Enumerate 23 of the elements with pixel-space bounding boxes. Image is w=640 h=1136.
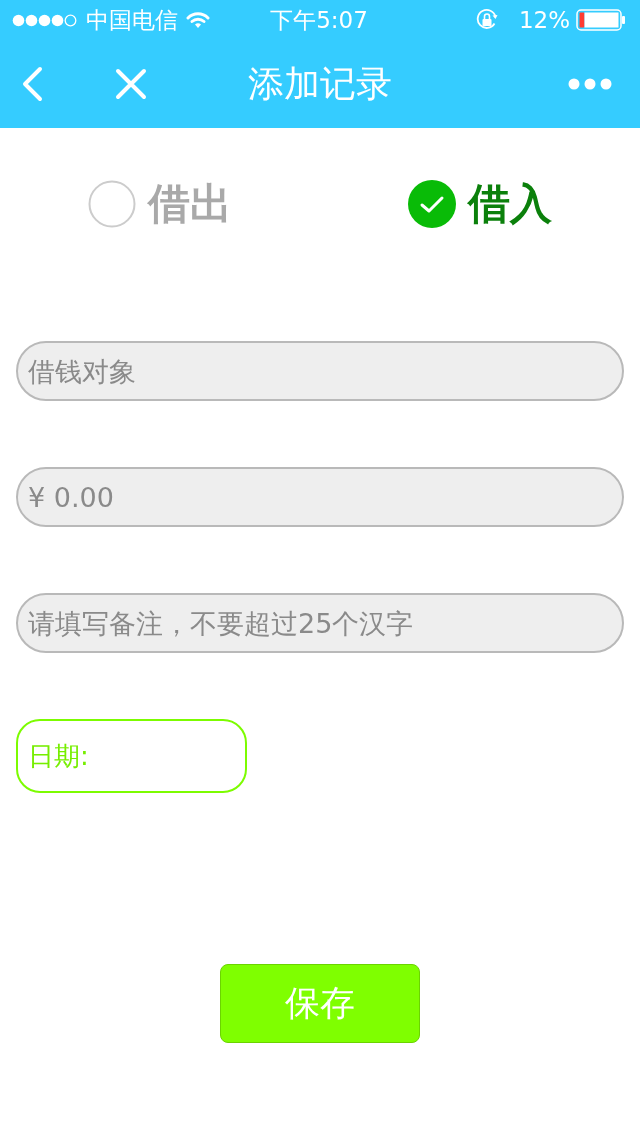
clock-time: 下午5:07	[270, 7, 368, 33]
loan-type-option[interactable]: 借出	[88, 180, 232, 228]
back-button[interactable]	[21, 66, 43, 102]
more-button[interactable]	[568, 78, 612, 90]
save-button[interactable]: 保存	[220, 964, 420, 1043]
check-circle-icon	[408, 180, 456, 228]
carrier-name: 中国电信	[86, 7, 178, 33]
radio-circle-icon	[88, 180, 136, 228]
wifi-icon	[186, 11, 210, 29]
input-field[interactable]: 借钱对象	[16, 341, 624, 401]
page-title: 添加记录	[248, 62, 392, 106]
input-field[interactable]: ¥ 0.00	[16, 467, 624, 527]
loan-type-option[interactable]: 借入	[408, 180, 552, 228]
close-button[interactable]	[115, 68, 147, 100]
battery-icon	[576, 9, 626, 31]
battery-percent: 12%	[518, 7, 570, 33]
signal-strength-icon	[12, 13, 78, 27]
back-icon	[21, 66, 43, 102]
date-field[interactable]: 日期:	[16, 719, 247, 793]
close-icon	[115, 68, 147, 100]
rotation-lock-icon	[474, 8, 499, 32]
input-field[interactable]: 请填写备注，不要超过25个汉字	[16, 593, 624, 653]
more-icon	[568, 78, 612, 90]
